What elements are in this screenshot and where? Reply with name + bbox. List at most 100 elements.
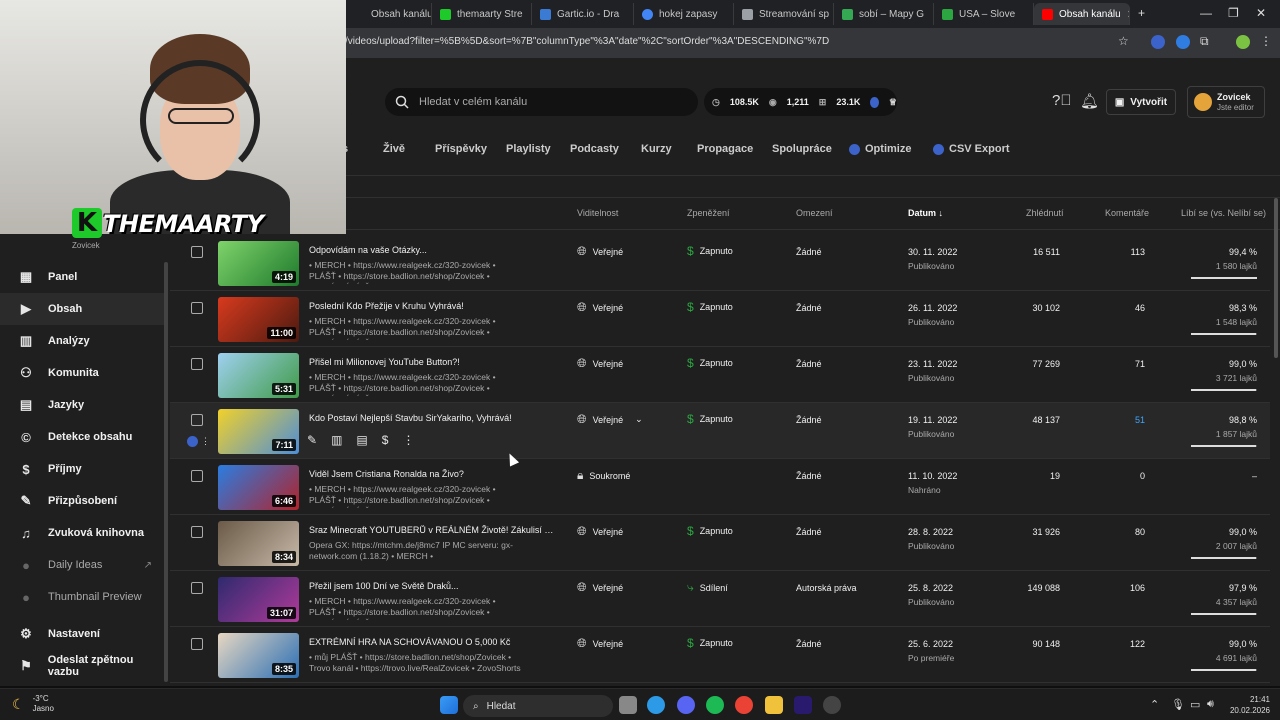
row-checkbox[interactable] xyxy=(191,414,203,426)
video-thumbnail[interactable]: 6:46 xyxy=(218,465,299,510)
bookmark-star-icon[interactable]: ☆ xyxy=(1118,34,1132,48)
spotify-icon[interactable] xyxy=(706,696,724,714)
file-explorer-icon[interactable] xyxy=(765,696,783,714)
browser-menu-icon[interactable]: ⋮ xyxy=(1260,34,1274,48)
restrictions-cell[interactable]: Žádné xyxy=(796,415,822,425)
tab-promotions[interactable]: Propagace xyxy=(697,143,753,155)
video-title[interactable]: Viděl Jsem Cristiana Ronalda na Živo? xyxy=(309,469,554,479)
volume-icon[interactable]: 🔊︎ xyxy=(1207,698,1214,711)
sidebar-item-audio-library[interactable]: ♫ Zvuková knihovna xyxy=(0,517,166,549)
help-icon[interactable]: ?⃝ xyxy=(1052,92,1072,109)
taskbar-search[interactable]: ⌕ Hledat xyxy=(463,695,613,717)
restrictions-cell[interactable]: Žádné xyxy=(796,359,822,369)
comments-icon[interactable]: ▤ xyxy=(356,433,367,447)
column-comments[interactable]: Komentáře xyxy=(1105,208,1149,218)
sidebar-scrollbar[interactable] xyxy=(164,262,168,682)
column-monetization[interactable]: Zpeněžení xyxy=(687,208,730,218)
table-row[interactable]: 5:31 Přišel mi Milionovej YouTube Button?… xyxy=(170,347,1270,403)
visibility-cell[interactable]: 🌐︎ Veřejné xyxy=(577,244,623,259)
url-text[interactable]: /videos/upload?filter=%5B%5D&sort=%7B"co… xyxy=(345,36,829,47)
task-view-icon[interactable] xyxy=(619,696,637,714)
row-checkbox[interactable] xyxy=(191,246,203,258)
video-title[interactable]: Poslední Kdo Přežije v Kruhu Vyhrává! xyxy=(309,301,554,311)
sidebar-item-earn[interactable]: $ Příjmy xyxy=(0,453,166,485)
table-row[interactable]: 8:35 EXTRÉMNÍ HRA NA SCHOVÁVANOU O 5,000 … xyxy=(170,627,1270,683)
create-button[interactable]: ▣ Vytvořit xyxy=(1106,89,1176,115)
row-checkbox[interactable] xyxy=(191,526,203,538)
visibility-cell[interactable]: 🌐︎ Veřejné xyxy=(577,636,623,651)
tray-expand-icon[interactable]: ⌃ xyxy=(1150,698,1159,711)
table-row[interactable]: 6:46 Viděl Jsem Cristiana Ronalda na Živo… xyxy=(170,459,1270,515)
row-checkbox[interactable] xyxy=(191,470,203,482)
profile-menu[interactable]: Zovicek Jste editor xyxy=(1187,86,1265,118)
column-likes[interactable]: Líbí se (vs. Nelíbí se) xyxy=(1181,208,1266,218)
visibility-cell[interactable]: 🌐︎ Veřejné xyxy=(577,300,623,315)
restrictions-cell[interactable]: Žádné xyxy=(796,303,822,313)
vidiq-row-menu[interactable]: ⋮ xyxy=(187,436,210,447)
monetization-cell[interactable]: $ Zapnuto xyxy=(687,300,733,314)
restore-icon[interactable]: ❐ xyxy=(1228,6,1239,20)
video-thumbnail[interactable]: 5:31 xyxy=(218,353,299,398)
obs-icon[interactable] xyxy=(823,696,841,714)
visibility-cell[interactable]: 🌐︎ Veřejné xyxy=(577,356,623,371)
table-row[interactable]: 7:11 Kdo Postaví Nejlepší Stavbu SirYakar… xyxy=(170,403,1270,459)
comments-cell[interactable]: 51 xyxy=(1085,415,1145,425)
sidebar-item-daily-ideas[interactable]: ● Daily Ideas ↗ xyxy=(0,549,166,581)
restrictions-cell[interactable]: Autorská práva xyxy=(796,583,857,593)
video-title[interactable]: Sraz Minecraft YOUTUBERŮ v REÁLNÉM Život… xyxy=(309,525,554,535)
monetization-cell[interactable]: $ Zapnuto xyxy=(687,636,733,650)
sidebar-item-feedback[interactable]: ⚑ Odeslat zpětnou vazbu xyxy=(0,650,166,682)
visibility-cell[interactable]: 🌐︎ Veřejné xyxy=(577,524,623,539)
video-title[interactable]: Odpovídám na vaše Otázky... xyxy=(309,245,554,255)
column-visibility[interactable]: Viditelnost xyxy=(577,208,618,218)
sidebar-item-languages[interactable]: ▤ Jazyky xyxy=(0,389,166,421)
video-thumbnail[interactable]: 4:19 xyxy=(218,241,299,286)
video-thumbnail[interactable]: 31:07 xyxy=(218,577,299,622)
restrictions-cell[interactable]: Žádné xyxy=(796,527,822,537)
profile-icon[interactable] xyxy=(1236,35,1250,49)
row-checkbox[interactable] xyxy=(191,302,203,314)
monetization-cell[interactable]: $ Zapnuto xyxy=(687,356,733,370)
row-checkbox[interactable] xyxy=(191,358,203,370)
video-title[interactable]: Přežil jsem 100 Dní ve Světě Draků... xyxy=(309,581,554,591)
restrictions-cell[interactable]: Žádné xyxy=(796,639,822,649)
monetization-cell[interactable]: $ Zapnuto xyxy=(687,244,733,258)
browser-tab[interactable]: Obsah kanálu xyxy=(346,3,432,25)
table-scrollbar[interactable] xyxy=(1274,198,1278,358)
browser-tab[interactable]: themaarty Stre xyxy=(432,3,532,25)
extensions-puzzle-icon[interactable]: ⧉ xyxy=(1200,34,1214,48)
video-thumbnail[interactable]: 7:11 xyxy=(218,409,299,454)
column-restrictions[interactable]: Omezení xyxy=(796,208,833,218)
table-row[interactable]: 8:34 Sraz Minecraft YOUTUBERŮ v REÁLNÉM Ž… xyxy=(170,515,1270,571)
vidiq-extension-icon[interactable] xyxy=(1151,35,1165,49)
table-row[interactable]: 11:00 Poslední Kdo Přežije v Kruhu Vyhráv… xyxy=(170,291,1270,347)
tab-courses[interactable]: Kurzy xyxy=(641,143,672,155)
chevron-down-icon[interactable]: ⌄ xyxy=(635,414,643,425)
sidebar-item-analytics[interactable]: ▥ Analýzy xyxy=(0,325,166,357)
table-row[interactable]: 31:07 Přežil jsem 100 Dní ve Světě Draků.… xyxy=(170,571,1270,627)
browser-tab-active[interactable]: Obsah kanálu✕ xyxy=(1034,3,1130,25)
video-title[interactable]: Přišel mi Milionovej YouTube Button?! xyxy=(309,357,554,367)
tab-podcasts[interactable]: Podcasty xyxy=(570,143,619,155)
row-checkbox[interactable] xyxy=(191,638,203,650)
network-icon[interactable]: ▭ xyxy=(1190,698,1200,711)
close-window-icon[interactable]: ✕ xyxy=(1256,6,1266,20)
monetization-cell[interactable]: ⤷ Sdílení xyxy=(687,580,728,595)
row-checkbox[interactable] xyxy=(191,582,203,594)
sidebar-item-content[interactable]: ▶ Obsah xyxy=(0,293,166,325)
visibility-cell[interactable]: 🌐︎ Veřejné ⌄ xyxy=(577,412,643,427)
monetization-cell[interactable]: $ Zapnuto xyxy=(687,412,733,426)
restrictions-cell[interactable]: Žádné xyxy=(796,247,822,257)
more-options-icon[interactable]: ⋮ xyxy=(402,433,414,447)
edge-icon[interactable] xyxy=(647,696,665,714)
browser-tab[interactable]: hokej zapasy xyxy=(634,3,734,25)
notifications-bell-icon[interactable]: 🔔︎ xyxy=(1080,92,1099,110)
tab-live[interactable]: Živě xyxy=(383,143,405,155)
browser-tab[interactable]: sobí – Mapy G xyxy=(834,3,934,25)
column-date[interactable]: Datum ↓ xyxy=(908,208,943,218)
sidebar-item-copyright[interactable]: © Detekce obsahu xyxy=(0,421,166,453)
new-tab-button[interactable]: + xyxy=(1138,6,1145,20)
browser-tab[interactable]: USA – Slove xyxy=(934,3,1034,25)
extension-icon[interactable] xyxy=(1176,35,1190,49)
tab-optimize[interactable]: Optimize xyxy=(849,143,911,155)
